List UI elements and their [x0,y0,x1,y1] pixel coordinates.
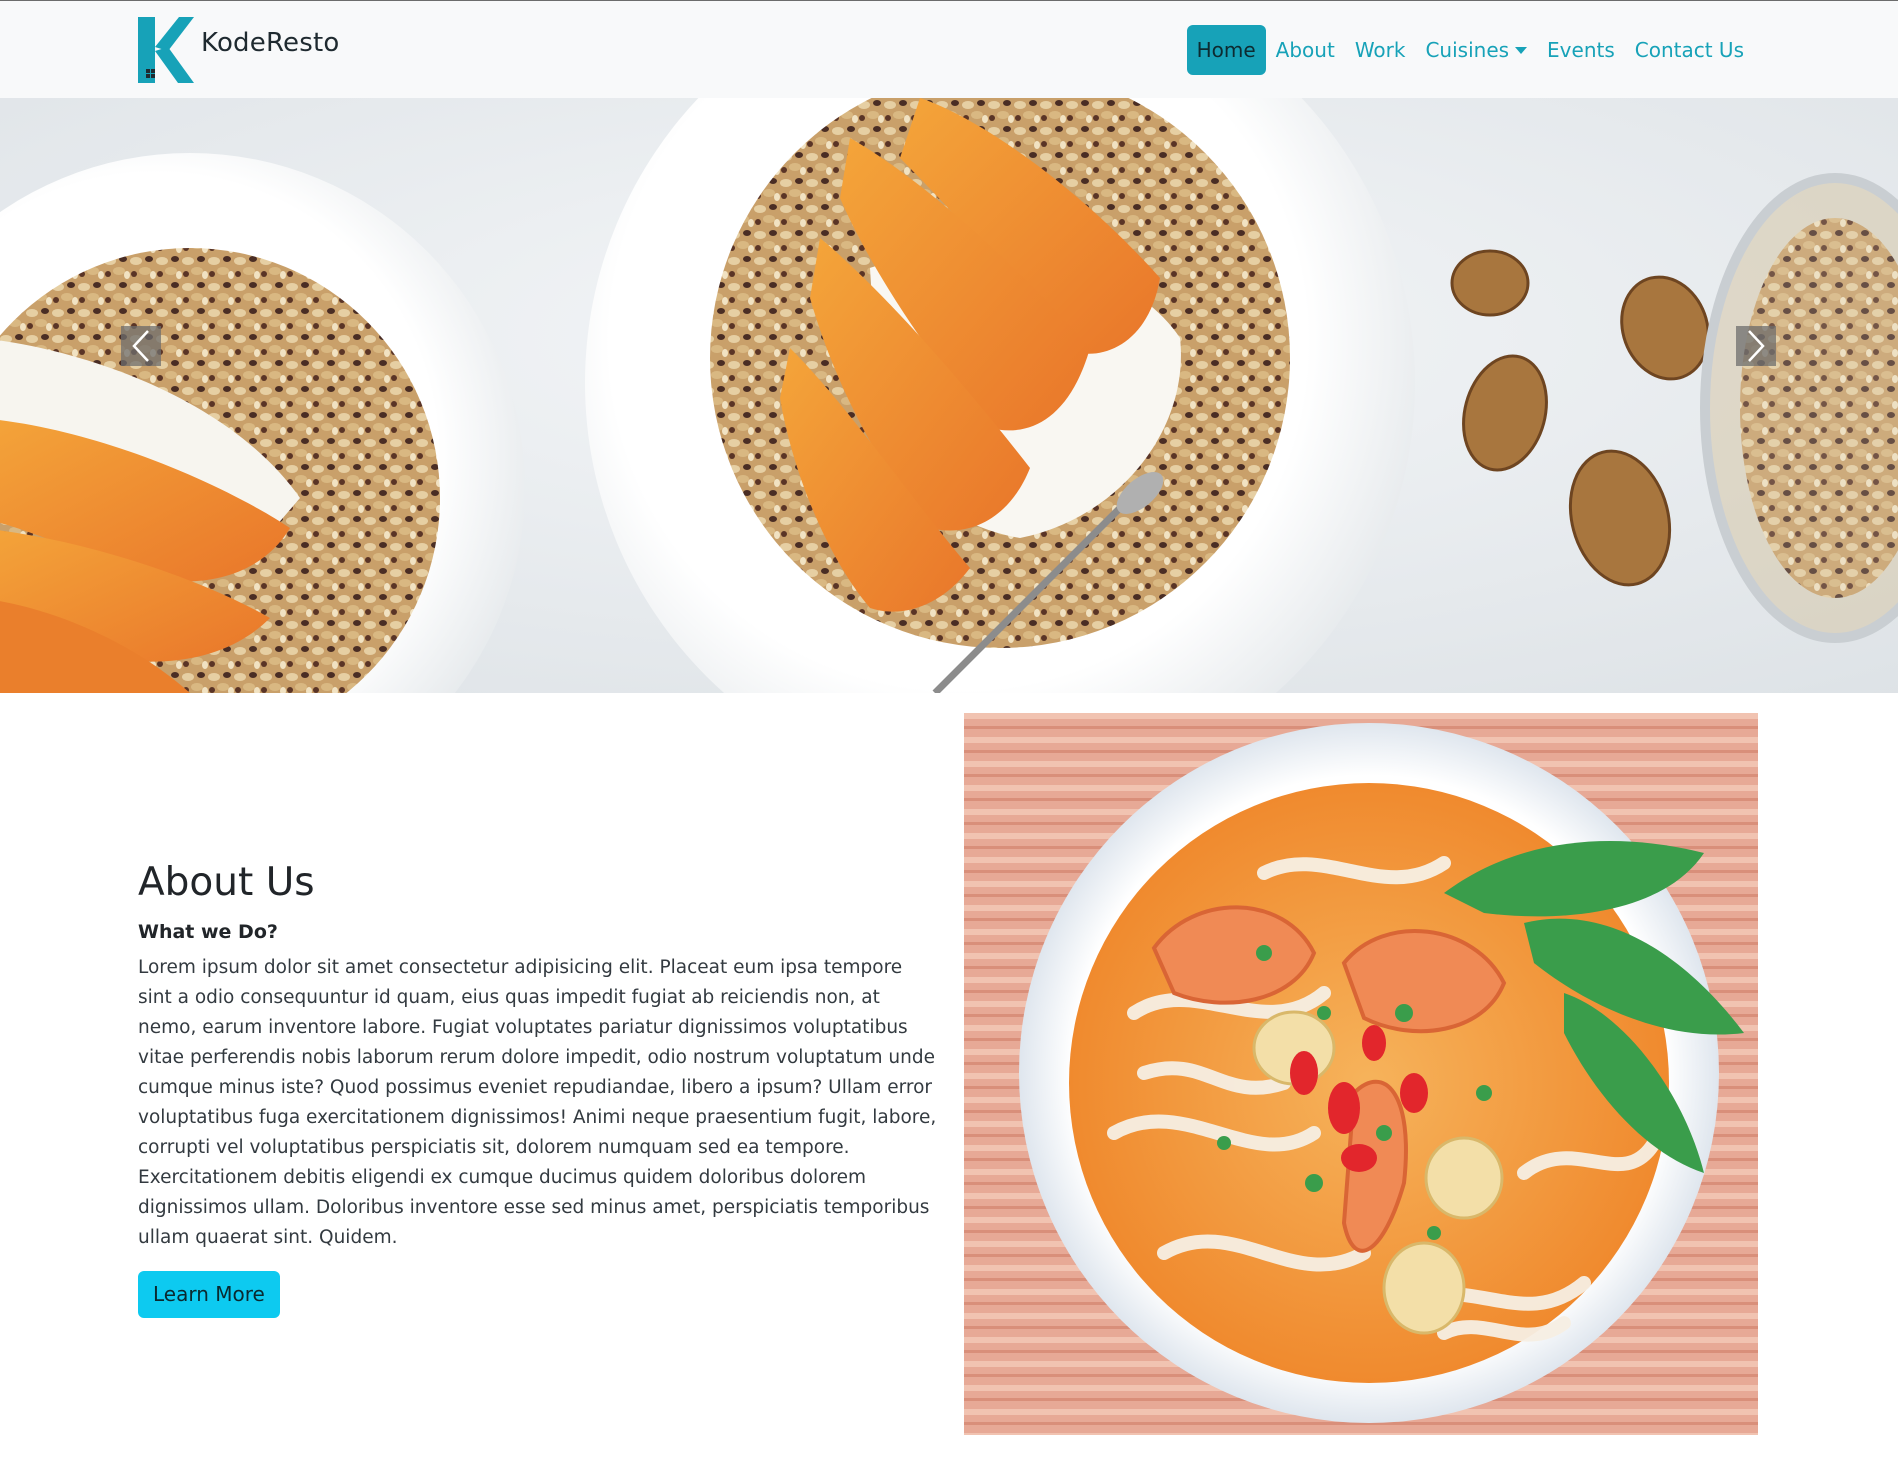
nav-about[interactable]: About [1266,25,1345,75]
chevron-left-icon [132,330,149,362]
chevron-right-icon [1748,330,1765,362]
caret-down-icon [1515,46,1528,54]
carousel-next-button[interactable] [1736,326,1776,366]
about-image [964,713,1758,1435]
hero-carousel [0,98,1898,693]
nav-events[interactable]: Events [1537,25,1625,75]
carousel-prev-button[interactable] [121,326,161,366]
nav-work[interactable]: Work [1345,25,1416,75]
nav-cuisines-dropdown[interactable]: Cuisines [1415,25,1537,75]
brand[interactable]: KodeResto [138,17,340,83]
about-title: About Us [138,860,315,905]
main-nav: Home About Work Cuisines Events Contact … [1186,25,1754,75]
hero-image [0,98,1898,693]
about-body: Lorem ipsum dolor sit amet consectetur a… [138,956,937,1248]
nav-contact-us[interactable]: Contact Us [1625,25,1754,75]
k-logo-icon [138,17,194,83]
nav-home[interactable]: Home [1186,25,1266,75]
about-section: About Us What we Do? Lorem ipsum dolor s… [138,860,938,1318]
learn-more-button[interactable]: Learn More [138,1270,280,1318]
nav-cuisines-label: Cuisines [1425,38,1510,62]
navbar: KodeResto Home About Work Cuisines Event… [0,0,1898,98]
brand-name: KodeResto [201,28,340,58]
about-subtitle: What we Do? [138,920,278,943]
nav-home-label: Home [1196,38,1256,62]
